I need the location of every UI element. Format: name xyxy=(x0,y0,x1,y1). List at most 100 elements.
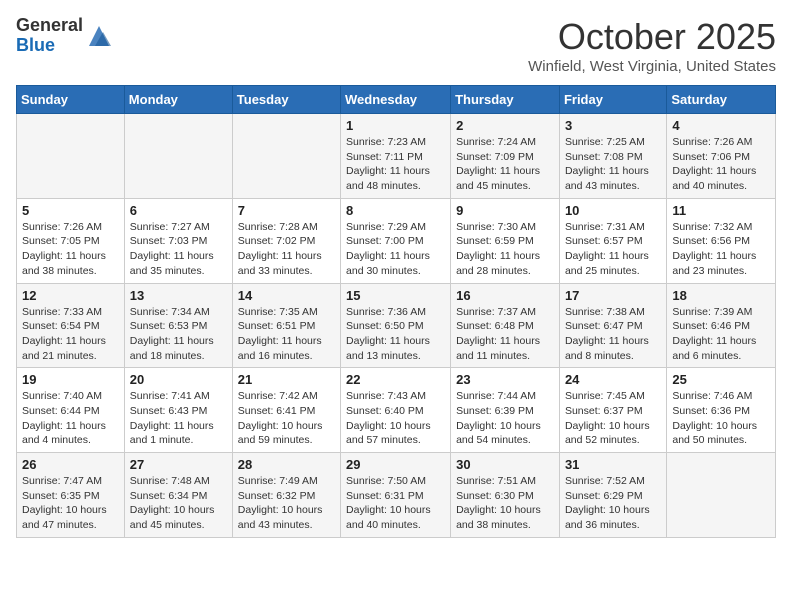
day-number: 16 xyxy=(456,288,554,303)
calendar-cell: 9 Sunrise: 7:30 AMSunset: 6:59 PMDaylight… xyxy=(451,198,560,283)
day-info: Sunrise: 7:35 AMSunset: 6:51 PMDaylight:… xyxy=(238,305,335,364)
day-number: 27 xyxy=(130,457,227,472)
calendar-cell xyxy=(667,453,776,538)
calendar-cell: 3 Sunrise: 7:25 AMSunset: 7:08 PMDaylight… xyxy=(559,114,666,199)
calendar-cell: 27 Sunrise: 7:48 AMSunset: 6:34 PMDayligh… xyxy=(124,453,232,538)
calendar-cell: 31Sunrise: 7:52 AMSunset: 6:29 PMDayligh… xyxy=(559,453,666,538)
day-info: Sunrise: 7:31 AMSunset: 6:57 PMDaylight:… xyxy=(565,220,661,279)
calendar-cell: 12 Sunrise: 7:33 AMSunset: 6:54 PMDayligh… xyxy=(17,283,125,368)
day-info: Sunrise: 7:43 AMSunset: 6:40 PMDaylight:… xyxy=(346,389,445,448)
day-number: 7 xyxy=(238,203,335,218)
title-block: October 2025 Winfield, West Virginia, Un… xyxy=(528,16,776,75)
day-info: Sunrise: 7:28 AMSunset: 7:02 PMDaylight:… xyxy=(238,220,335,279)
day-info: Sunrise: 7:34 AMSunset: 6:53 PMDaylight:… xyxy=(130,305,227,364)
day-number: 31 xyxy=(565,457,661,472)
week-row-4: 26Sunrise: 7:47 AMSunset: 6:35 PMDayligh… xyxy=(17,453,776,538)
week-row-1: 5Sunrise: 7:26 AMSunset: 7:05 PMDaylight… xyxy=(17,198,776,283)
day-info: Sunrise: 7:38 AMSunset: 6:47 PMDaylight:… xyxy=(565,305,661,364)
calendar-cell: 20Sunrise: 7:41 AMSunset: 6:43 PMDayligh… xyxy=(124,368,232,453)
day-info: Sunrise: 7:25 AMSunset: 7:08 PMDaylight:… xyxy=(565,135,661,194)
day-info: Sunrise: 7:45 AMSunset: 6:37 PMDaylight:… xyxy=(565,389,661,448)
calendar-cell: 29 Sunrise: 7:50 AMSunset: 6:31 PMDayligh… xyxy=(341,453,451,538)
calendar-cell: 8 Sunrise: 7:29 AMSunset: 7:00 PMDaylight… xyxy=(341,198,451,283)
calendar-cell: 18Sunrise: 7:39 AMSunset: 6:46 PMDayligh… xyxy=(667,283,776,368)
calendar-cell: 6Sunrise: 7:27 AMSunset: 7:03 PMDaylight… xyxy=(124,198,232,283)
day-info: Sunrise: 7:29 AMSunset: 7:00 PMDaylight:… xyxy=(346,220,445,279)
month-title: October 2025 xyxy=(528,16,776,58)
day-number: 5 xyxy=(22,203,119,218)
logo-icon xyxy=(85,22,113,50)
day-number: 30 xyxy=(456,457,554,472)
day-number: 15 xyxy=(346,288,445,303)
day-number: 19 xyxy=(22,372,119,387)
day-info: Sunrise: 7:37 AMSunset: 6:48 PMDaylight:… xyxy=(456,305,554,364)
header-row: SundayMondayTuesdayWednesdayThursdayFrid… xyxy=(17,86,776,114)
day-info: Sunrise: 7:47 AMSunset: 6:35 PMDaylight:… xyxy=(22,474,119,533)
day-info: Sunrise: 7:36 AMSunset: 6:50 PMDaylight:… xyxy=(346,305,445,364)
day-info: Sunrise: 7:24 AMSunset: 7:09 PMDaylight:… xyxy=(456,135,554,194)
calendar-cell: 7 Sunrise: 7:28 AMSunset: 7:02 PMDaylight… xyxy=(232,198,340,283)
header-day-monday: Monday xyxy=(124,86,232,114)
calendar-cell: 23 Sunrise: 7:44 AMSunset: 6:39 PMDayligh… xyxy=(451,368,560,453)
header-day-sunday: Sunday xyxy=(17,86,125,114)
calendar-cell: 17 Sunrise: 7:38 AMSunset: 6:47 PMDayligh… xyxy=(559,283,666,368)
calendar-cell: 28Sunrise: 7:49 AMSunset: 6:32 PMDayligh… xyxy=(232,453,340,538)
calendar-cell: 21 Sunrise: 7:42 AMSunset: 6:41 PMDayligh… xyxy=(232,368,340,453)
day-number: 10 xyxy=(565,203,661,218)
calendar-cell xyxy=(17,114,125,199)
day-number: 8 xyxy=(346,203,445,218)
calendar-cell: 25 Sunrise: 7:46 AMSunset: 6:36 PMDayligh… xyxy=(667,368,776,453)
week-row-2: 12 Sunrise: 7:33 AMSunset: 6:54 PMDayligh… xyxy=(17,283,776,368)
week-row-0: 1Sunrise: 7:23 AMSunset: 7:11 PMDaylight… xyxy=(17,114,776,199)
calendar-table: SundayMondayTuesdayWednesdayThursdayFrid… xyxy=(16,85,776,538)
day-number: 4 xyxy=(672,118,770,133)
day-info: Sunrise: 7:42 AMSunset: 6:41 PMDaylight:… xyxy=(238,389,335,448)
day-number: 12 xyxy=(22,288,119,303)
day-number: 18 xyxy=(672,288,770,303)
logo-general-text: General xyxy=(16,16,83,36)
day-info: Sunrise: 7:26 AMSunset: 7:06 PMDaylight:… xyxy=(672,135,770,194)
day-info: Sunrise: 7:30 AMSunset: 6:59 PMDaylight:… xyxy=(456,220,554,279)
calendar-cell: 10 Sunrise: 7:31 AMSunset: 6:57 PMDayligh… xyxy=(559,198,666,283)
calendar-cell xyxy=(124,114,232,199)
calendar-cell: 15 Sunrise: 7:36 AMSunset: 6:50 PMDayligh… xyxy=(341,283,451,368)
day-info: Sunrise: 7:32 AMSunset: 6:56 PMDaylight:… xyxy=(672,220,770,279)
logo: General Blue xyxy=(16,16,113,56)
day-number: 29 xyxy=(346,457,445,472)
header-day-wednesday: Wednesday xyxy=(341,86,451,114)
logo-blue-text: Blue xyxy=(16,36,83,56)
day-info: Sunrise: 7:48 AMSunset: 6:34 PMDaylight:… xyxy=(130,474,227,533)
day-info: Sunrise: 7:49 AMSunset: 6:32 PMDaylight:… xyxy=(238,474,335,533)
calendar-cell: 24 Sunrise: 7:45 AMSunset: 6:37 PMDayligh… xyxy=(559,368,666,453)
day-info: Sunrise: 7:46 AMSunset: 6:36 PMDaylight:… xyxy=(672,389,770,448)
day-info: Sunrise: 7:51 AMSunset: 6:30 PMDaylight:… xyxy=(456,474,554,533)
day-number: 9 xyxy=(456,203,554,218)
calendar-cell: 11 Sunrise: 7:32 AMSunset: 6:56 PMDayligh… xyxy=(667,198,776,283)
header-day-saturday: Saturday xyxy=(667,86,776,114)
calendar-cell: 22 Sunrise: 7:43 AMSunset: 6:40 PMDayligh… xyxy=(341,368,451,453)
day-number: 21 xyxy=(238,372,335,387)
day-number: 11 xyxy=(672,203,770,218)
page-header: General Blue October 2025 Winfield, West… xyxy=(16,16,776,75)
day-info: Sunrise: 7:50 AMSunset: 6:31 PMDaylight:… xyxy=(346,474,445,533)
calendar-cell: 30 Sunrise: 7:51 AMSunset: 6:30 PMDayligh… xyxy=(451,453,560,538)
day-number: 24 xyxy=(565,372,661,387)
calendar-cell: 4 Sunrise: 7:26 AMSunset: 7:06 PMDaylight… xyxy=(667,114,776,199)
day-number: 3 xyxy=(565,118,661,133)
day-info: Sunrise: 7:27 AMSunset: 7:03 PMDaylight:… xyxy=(130,220,227,279)
day-info: Sunrise: 7:33 AMSunset: 6:54 PMDaylight:… xyxy=(22,305,119,364)
calendar-cell: 13Sunrise: 7:34 AMSunset: 6:53 PMDayligh… xyxy=(124,283,232,368)
day-number: 23 xyxy=(456,372,554,387)
day-number: 22 xyxy=(346,372,445,387)
calendar-cell: 14Sunrise: 7:35 AMSunset: 6:51 PMDayligh… xyxy=(232,283,340,368)
day-number: 25 xyxy=(672,372,770,387)
day-info: Sunrise: 7:44 AMSunset: 6:39 PMDaylight:… xyxy=(456,389,554,448)
calendar-header: SundayMondayTuesdayWednesdayThursdayFrid… xyxy=(17,86,776,114)
location-text: Winfield, West Virginia, United States xyxy=(528,58,776,75)
day-number: 17 xyxy=(565,288,661,303)
calendar-cell xyxy=(232,114,340,199)
header-day-friday: Friday xyxy=(559,86,666,114)
day-info: Sunrise: 7:40 AMSunset: 6:44 PMDaylight:… xyxy=(22,389,119,448)
header-day-tuesday: Tuesday xyxy=(232,86,340,114)
calendar-cell: 1Sunrise: 7:23 AMSunset: 7:11 PMDaylight… xyxy=(341,114,451,199)
